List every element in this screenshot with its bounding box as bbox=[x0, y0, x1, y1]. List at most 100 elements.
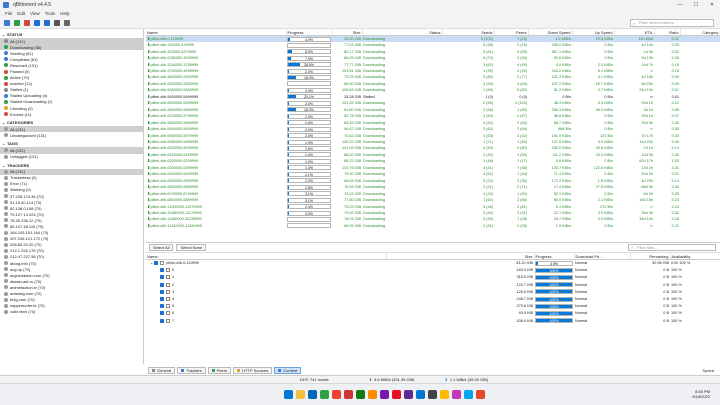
file-checkbox[interactable] bbox=[160, 311, 164, 316]
status-filter-label: Active (70) bbox=[10, 75, 30, 81]
taskbar-app-icon[interactable] bbox=[392, 390, 401, 399]
file-checkbox[interactable] bbox=[160, 297, 164, 302]
torrent-row[interactable]: ⬇pilimi-zlib-11240000-11349999 66.93 GiB D… bbox=[146, 223, 720, 229]
tab-content[interactable]: Content bbox=[274, 367, 302, 374]
menu-file[interactable]: File bbox=[5, 11, 12, 16]
status-section-header[interactable]: ⌄ STATUS bbox=[0, 31, 143, 38]
tab-icon bbox=[237, 369, 241, 372]
file-row[interactable]: 2 122.7 KiB 100% Normal 0 B 100 % bbox=[146, 281, 720, 288]
menu-tools[interactable]: Tools bbox=[45, 11, 56, 16]
file-checkbox[interactable] bbox=[160, 282, 164, 287]
categories-section-header[interactable]: ⌄ CATEGORIES bbox=[0, 119, 143, 126]
file-row[interactable]: 7 106.6 KiB 100% Normal 0 B 100 % bbox=[146, 317, 720, 324]
file-checkbox[interactable] bbox=[154, 261, 159, 266]
taskbar-app-icon[interactable] bbox=[404, 390, 413, 399]
torrent-filter-input[interactable]: ⌕ Filter torrent names... bbox=[630, 19, 714, 27]
torrent-name: pilimi-zlib-6700000-6799999 bbox=[150, 191, 199, 196]
file-row[interactable]: 6 93.9 KiB 100% Normal 0 B 100 % bbox=[146, 310, 720, 317]
tag-item[interactable]: Untagged (131) bbox=[0, 154, 143, 160]
taskbar-app-icon[interactable] bbox=[344, 390, 353, 399]
seeds-cell: 2 (31) bbox=[483, 223, 493, 228]
menu-edit[interactable]: Edit bbox=[17, 11, 25, 16]
download-speed[interactable]: 5.6 MiB/s (331.39 GiB) bbox=[374, 377, 414, 382]
taskbar-app-icon[interactable] bbox=[380, 390, 389, 399]
taskbar-app-icon[interactable] bbox=[320, 390, 329, 399]
progress-text: 2.2% bbox=[305, 179, 313, 184]
upload-speed[interactable]: 1.1 MiB/s (35.00 GiB) bbox=[450, 377, 488, 382]
tracker-item[interactable]: cutie.tech (70) bbox=[0, 309, 143, 315]
torrent-name: pilimi-zlib-4600000-5259999 bbox=[150, 75, 199, 80]
taskbar-app-icon[interactable] bbox=[416, 390, 425, 399]
file-priority[interactable]: Normal bbox=[574, 317, 630, 324]
pause-icon[interactable] bbox=[44, 19, 50, 26]
taskbar-app-icon[interactable] bbox=[332, 390, 341, 399]
taskbar-app-icon[interactable] bbox=[356, 390, 365, 399]
clock[interactable]: 8:55 PM 9/18/2022 bbox=[692, 389, 710, 399]
taskbar-app-icon[interactable] bbox=[308, 390, 317, 399]
start-icon[interactable] bbox=[284, 390, 293, 399]
close-button[interactable]: ✕ bbox=[704, 2, 720, 8]
tab-trackers[interactable]: Trackers bbox=[177, 367, 206, 374]
file-priority[interactable]: Normal bbox=[574, 260, 630, 267]
file-row[interactable]: 1 315.5 KiB 100% Normal 0 B 100 % bbox=[146, 274, 720, 281]
torrent-name: pilimi-zlib-5700000-5799999 bbox=[150, 114, 199, 119]
file-checkbox[interactable] bbox=[160, 318, 164, 323]
taskbar-app-icon[interactable] bbox=[476, 390, 485, 399]
category-item[interactable]: Uncategorized (131) bbox=[0, 132, 143, 138]
file-checkbox[interactable] bbox=[160, 304, 164, 309]
file-priority[interactable]: Normal bbox=[574, 288, 630, 295]
taskbar-app-icon[interactable] bbox=[428, 390, 437, 399]
resume-icon[interactable] bbox=[34, 19, 40, 26]
progress-text: 28.5% bbox=[304, 63, 314, 68]
file-priority[interactable]: Normal bbox=[574, 267, 630, 274]
file-priority[interactable]: Normal bbox=[574, 295, 630, 302]
progress-text: 3.1% bbox=[305, 198, 313, 203]
file-priority[interactable]: Normal bbox=[574, 281, 630, 288]
taskbar-app-icon[interactable] bbox=[440, 390, 449, 399]
options-icon[interactable] bbox=[64, 19, 70, 26]
progress-bar: 1.2% bbox=[287, 158, 331, 164]
add-torrent-file-icon[interactable] bbox=[14, 19, 20, 26]
tracker-icon bbox=[4, 279, 8, 284]
file-row[interactable]: 4 246.7 KiB 100% Normal 0 B 100 % bbox=[146, 295, 720, 302]
menu-view[interactable]: View bbox=[30, 11, 40, 16]
file-checkbox[interactable] bbox=[160, 275, 164, 280]
add-torrent-link-icon[interactable] bbox=[4, 19, 10, 26]
tags-section-header[interactable]: ⌄ TAGS bbox=[0, 140, 143, 147]
taskbar-app-icon[interactable] bbox=[368, 390, 377, 399]
select-none-button[interactable]: Select None bbox=[176, 244, 207, 251]
file-filter-input[interactable]: ⌕ Filter files... bbox=[628, 244, 716, 251]
select-all-button[interactable]: Select All bbox=[149, 244, 174, 251]
remove-icon[interactable] bbox=[24, 19, 30, 26]
file-priority[interactable]: Normal bbox=[574, 303, 630, 310]
file-checkbox[interactable] bbox=[160, 268, 164, 273]
tab-peers[interactable]: Peers bbox=[207, 367, 232, 374]
file-row[interactable]: 0 183.0 KiB 100% Normal 0 B 100 % bbox=[146, 267, 720, 274]
tab-http-sources[interactable]: HTTP Sources bbox=[233, 367, 273, 374]
file-row[interactable]: 5 279.6 KiB 100% Normal 0 B 100 % bbox=[146, 303, 720, 310]
minimize-button[interactable]: — bbox=[672, 2, 688, 8]
maximize-button[interactable]: ☐ bbox=[688, 2, 704, 8]
file-row[interactable]: 3 126.5 KiB 100% Normal 0 B 100 % bbox=[146, 288, 720, 295]
file-folder-row[interactable]: ⌄ pilimi-zlib-0-119999 33.20 GiB 4.9% Norma… bbox=[146, 260, 720, 267]
status-filter-label: Downloading (58) bbox=[10, 44, 42, 50]
progress-bar: 1.4% bbox=[287, 165, 331, 171]
file-checkbox[interactable] bbox=[160, 289, 164, 294]
taskbar-app-icon[interactable] bbox=[452, 390, 461, 399]
file-priority[interactable]: Normal bbox=[574, 274, 630, 281]
file-progress-bar: 100% bbox=[535, 289, 573, 295]
status-filter-icon bbox=[4, 63, 8, 68]
tracker-icon bbox=[4, 303, 8, 308]
status-filter-item[interactable]: Errored (11) bbox=[0, 111, 143, 117]
taskbar-app-icon[interactable] bbox=[464, 390, 473, 399]
menu-help[interactable]: Help bbox=[60, 11, 69, 16]
tab-general[interactable]: General bbox=[148, 367, 176, 374]
stop-icon[interactable] bbox=[54, 19, 60, 26]
status-filter-icon bbox=[4, 112, 8, 117]
tracker-icon bbox=[4, 212, 8, 217]
trackers-section-header[interactable]: ⌄ TRACKERS bbox=[0, 162, 143, 169]
file-priority[interactable]: Normal bbox=[574, 310, 630, 317]
file-progress-cell: 100% bbox=[534, 281, 574, 288]
speed-tab[interactable]: Speed bbox=[702, 368, 714, 373]
taskbar-app-icon[interactable] bbox=[296, 390, 305, 399]
